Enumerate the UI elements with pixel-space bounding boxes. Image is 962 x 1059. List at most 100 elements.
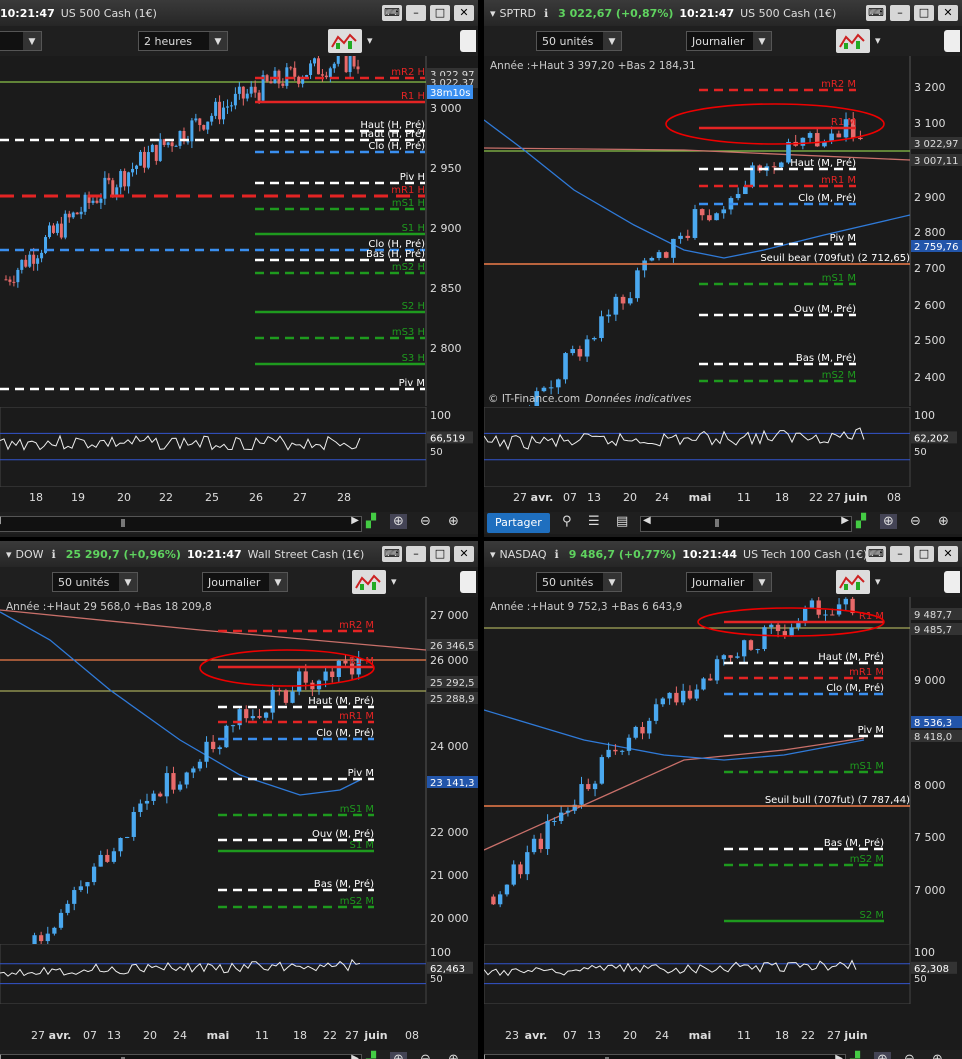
zoom-in-icon[interactable]: ⊕ — [932, 1052, 943, 1059]
chart-settings-icon[interactable] — [944, 571, 960, 593]
scroll-right-icon[interactable]: ▶ — [351, 515, 359, 526]
units-select[interactable]: 50 unités ▼ — [52, 572, 138, 592]
symbol-label: NASDAQ — [499, 547, 547, 561]
indicators-icon[interactable] — [836, 570, 870, 594]
chart-settings-icon[interactable] — [944, 30, 960, 52]
dropdown-icon[interactable]: ▾ — [490, 7, 496, 20]
period-select[interactable]: Journalier ▼ — [686, 31, 772, 51]
close-icon[interactable]: ✕ — [938, 546, 958, 562]
zoom-out-icon[interactable]: ⊖ — [420, 514, 431, 529]
compare-icon[interactable]: ▤ — [616, 514, 628, 529]
price-chart[interactable]: Année :+Haut 9 752,3 +Bas 6 643,9R1 MHau… — [484, 597, 962, 985]
scroll-right-icon[interactable]: ▶ — [351, 1053, 359, 1059]
scroll-left-icon[interactable]: ◀ — [0, 1053, 1, 1059]
oscillator-pane[interactable]: 100 5062,308 — [484, 944, 962, 1004]
scroll-left-icon[interactable]: ◀ — [0, 515, 1, 526]
oscillator-pane[interactable]: 100 50 66,519 — [0, 407, 478, 487]
price-chart[interactable]: Année :+Haut 3 397,20 +Bas 2 184,31 mR2 M… — [484, 56, 962, 406]
minimize-icon[interactable]: – — [406, 5, 426, 21]
time-tick-label: 07 — [563, 1029, 577, 1042]
share-button[interactable]: Partager — [487, 513, 550, 533]
indicators-dropdown[interactable]: ▾ — [870, 31, 884, 51]
candle-body — [283, 690, 289, 703]
level-label: mR1 M — [849, 667, 884, 678]
indicators-icon[interactable] — [328, 29, 362, 53]
price-chart[interactable]: mR2 HR1 HHaut (H, Pré)Haut (H, Pré)Clo (… — [0, 56, 478, 406]
zoom-auto-icon[interactable]: ⊕ — [390, 514, 407, 529]
chart-type-icon[interactable]: ▞ — [850, 1052, 860, 1059]
minimize-icon[interactable]: – — [890, 5, 910, 21]
period-select[interactable]: Journalier ▼ — [686, 572, 772, 592]
units-select[interactable]: 50 unités ▼ — [536, 572, 622, 592]
info-icon[interactable]: ℹ — [544, 7, 548, 20]
candle-body — [138, 151, 142, 166]
scroll-right-icon[interactable]: ▶ — [835, 1053, 843, 1059]
zoom-out-icon[interactable]: ⊖ — [420, 1052, 431, 1059]
title-bar[interactable]: ▾ NASDAQ ℹ 9 486,7 (+0,77%) 10:21:44 US Tech … — [484, 541, 962, 568]
close-icon[interactable]: ✕ — [454, 5, 474, 21]
period-select[interactable]: 2 heures ▼ — [138, 31, 228, 51]
title-bar[interactable]: ▾ SPTRD ℹ 3 022,67 (+0,87%) 10:21:47 US 500 C… — [484, 0, 962, 27]
oscillator-pane[interactable]: 100 5062,463 — [0, 944, 478, 1004]
chart-type-icon[interactable]: ▞ — [366, 1052, 376, 1059]
zoom-in-icon[interactable]: ⊕ — [448, 514, 459, 529]
dropdown-icon[interactable]: ▾ — [6, 548, 12, 561]
price-chart[interactable]: Année :+Haut 29 568,0 +Bas 18 209,8 mR2 M… — [0, 597, 478, 985]
keyboard-icon[interactable]: ⌨ — [866, 5, 886, 21]
time-tick-label: mai — [689, 491, 712, 504]
time-tick-label: 11 — [255, 1029, 269, 1042]
zoom-out-icon[interactable]: ⊖ — [910, 514, 921, 529]
scroll-left-icon[interactable]: ◀ — [484, 1053, 485, 1059]
symbol-label: DOW — [15, 547, 44, 561]
oscillator-pane[interactable]: 100 50 62,202 — [484, 407, 962, 487]
zoom-auto-icon[interactable]: ⊕ — [390, 1052, 407, 1059]
title-bar[interactable]: 10:21:47 US 500 Cash (1€) ⌨ – □ ✕ — [0, 0, 478, 27]
close-icon[interactable]: ✕ — [938, 5, 958, 21]
scroll-thumb[interactable] — [714, 519, 719, 527]
level-label: Haut (M, Pré) — [790, 157, 856, 169]
period-select[interactable]: Journalier ▼ — [202, 572, 288, 592]
time-scrollbar[interactable]: ◀▶ — [0, 1053, 362, 1059]
scroll-left-icon[interactable]: ◀ — [643, 515, 651, 526]
zoom-in-icon[interactable]: ⊕ — [938, 514, 949, 529]
minimize-icon[interactable]: – — [406, 546, 426, 562]
chart-type-icon[interactable]: ▞ — [366, 514, 376, 529]
time-scrollbar[interactable]: ◀▶ — [640, 515, 852, 532]
chart-settings-icon[interactable] — [460, 30, 476, 52]
dropdown-icon[interactable]: ▾ — [490, 548, 496, 561]
keyboard-icon[interactable]: ⌨ — [382, 5, 402, 21]
candle-body — [178, 130, 182, 146]
keyboard-icon[interactable]: ⌨ — [382, 546, 402, 562]
units-select[interactable]: 50 unités ▼ — [536, 31, 622, 51]
maximize-icon[interactable]: □ — [430, 546, 450, 562]
minimize-icon[interactable]: – — [890, 546, 910, 562]
chart-settings-icon[interactable] — [460, 571, 476, 593]
maximize-icon[interactable]: □ — [914, 546, 934, 562]
indicators-icon[interactable] — [352, 570, 386, 594]
units-select[interactable]: s▼ — [0, 31, 42, 51]
close-icon[interactable]: ✕ — [454, 546, 474, 562]
zoom-auto-icon[interactable]: ⊕ — [874, 1052, 891, 1059]
maximize-icon[interactable]: □ — [430, 5, 450, 21]
zoom-out-icon[interactable]: ⊖ — [904, 1052, 915, 1059]
zoom-auto-icon[interactable]: ⊕ — [880, 514, 897, 529]
indicators-dropdown[interactable]: ▾ — [386, 572, 400, 592]
time-scrollbar[interactable]: ◀▶ — [0, 515, 362, 532]
drawing-tool-icon[interactable]: ⚲ — [562, 514, 572, 529]
scroll-thumb[interactable] — [120, 519, 125, 527]
indicators-dropdown[interactable]: ▾ — [870, 572, 884, 592]
indicators-icon[interactable] — [836, 29, 870, 53]
oscillator-value: 66,519 — [430, 433, 465, 444]
info-icon[interactable]: ℹ — [52, 548, 56, 561]
list-icon[interactable]: ☰ — [588, 514, 600, 529]
scroll-right-icon[interactable]: ▶ — [841, 515, 849, 526]
title-bar[interactable]: ▾ DOW ℹ 25 290,7 (+0,96%) 10:21:47 Wall Stree… — [0, 541, 478, 568]
candle-body — [170, 142, 174, 147]
indicators-dropdown[interactable]: ▾ — [362, 31, 376, 51]
zoom-in-icon[interactable]: ⊕ — [448, 1052, 459, 1059]
keyboard-icon[interactable]: ⌨ — [866, 546, 886, 562]
info-icon[interactable]: ℹ — [555, 548, 559, 561]
time-scrollbar[interactable]: ◀▶ — [484, 1053, 846, 1059]
chart-type-icon[interactable]: ▞ — [856, 514, 866, 529]
maximize-icon[interactable]: □ — [914, 5, 934, 21]
